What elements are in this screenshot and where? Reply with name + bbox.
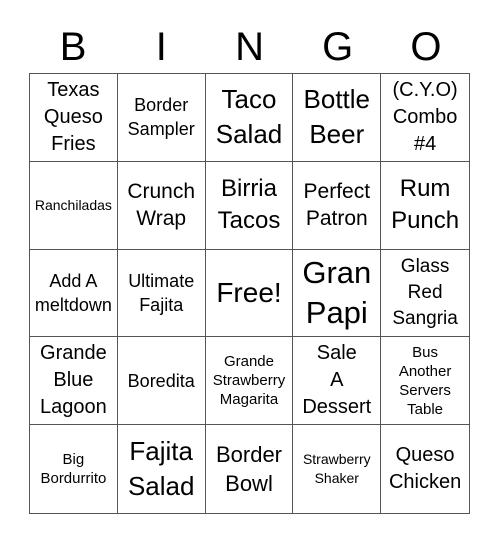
bingo-header: B I N G O	[29, 22, 470, 72]
bingo-cell[interactable]: Border Sampler	[117, 74, 206, 162]
bingo-cell[interactable]: Bottle Beer	[293, 74, 382, 162]
bingo-cell[interactable]: Rum Punch	[381, 162, 469, 250]
bingo-cell-free[interactable]: Free!	[205, 249, 294, 338]
bingo-grid: Texas Queso Fries Border Sampler Taco Sala…	[29, 73, 470, 514]
bingo-cell[interactable]: Taco Salad	[205, 74, 294, 162]
bingo-cell[interactable]: Ranchiladas	[30, 161, 118, 250]
bingo-cell-label: Ultimate Fajita	[128, 270, 195, 315]
bingo-cell[interactable]: Perfect Patron	[293, 161, 382, 250]
header-letter-g: G	[322, 25, 354, 69]
bingo-cell[interactable]: Add A meltdown	[30, 249, 118, 338]
bingo-cell[interactable]: Ultimate Fajita	[117, 249, 206, 338]
bingo-cell[interactable]: Gran Papi	[293, 249, 382, 338]
bingo-cell-label: Crunch Wrap	[127, 180, 196, 231]
bingo-cell[interactable]: Texas Queso Fries	[30, 74, 118, 162]
bingo-cell-label: (C.Y.O) Combo #4	[392, 78, 458, 155]
bingo-cell[interactable]: Grande Strawberry Magarita	[205, 337, 294, 426]
bingo-cell-label: Gran Papi	[302, 254, 372, 330]
bingo-cell-label: Grande Blue Lagoon	[40, 342, 107, 419]
bingo-cell-label: Free!	[216, 277, 282, 309]
bingo-cell-label: Glass Red Sangria	[392, 255, 458, 329]
bingo-cell-label: Bus Another Servers Table	[398, 343, 452, 418]
header-letter-i: I	[155, 25, 167, 69]
bingo-cell-label: Birria Tacos	[217, 175, 281, 235]
bingo-cell[interactable]: Boredita	[117, 337, 206, 426]
bingo-cell-label: Border Sampler	[127, 95, 195, 140]
bingo-cell[interactable]: Border Bowl	[206, 425, 294, 513]
bingo-cell-label: Bottle Beer	[303, 84, 371, 150]
bingo-cell[interactable]: Birria Tacos	[205, 161, 294, 250]
header-letter-n: N	[235, 25, 264, 69]
bingo-cell-label: Boredita	[127, 370, 195, 391]
bingo-cell-label: Perfect Patron	[303, 180, 371, 231]
header-letter-b: B	[59, 25, 87, 69]
bingo-cell-label: Grande Strawberry Magarita	[212, 353, 286, 409]
bingo-cell[interactable]: Strawberry Shaker	[293, 425, 382, 513]
bingo-cell-label: Ranchiladas	[34, 196, 112, 213]
bingo-cell[interactable]: Fajita Salad	[118, 425, 206, 513]
bingo-cell[interactable]: Crunch Wrap	[117, 161, 206, 250]
bingo-cell[interactable]: (C.Y.O) Combo #4	[381, 74, 469, 162]
bingo-cell-label: Rum Punch	[391, 175, 460, 235]
bingo-cell-label: Sale A Dessert	[302, 342, 372, 419]
bingo-cell[interactable]: Glass Red Sangria	[381, 250, 469, 338]
header-letter-o: O	[410, 25, 442, 69]
bingo-cell-label: Add A meltdown	[34, 270, 112, 315]
bingo-cell-label: Texas Queso Fries	[43, 78, 103, 155]
bingo-cell-label: Taco Salad	[215, 84, 283, 150]
bingo-cell-label: Strawberry Shaker	[302, 451, 371, 487]
bingo-cell[interactable]: Bus Another Servers Table	[381, 337, 469, 426]
bingo-cell[interactable]: Big Bordurrito	[30, 425, 118, 513]
bingo-cell-label: Queso Chicken	[388, 444, 462, 494]
bingo-cell-label: Big Bordurrito	[40, 451, 107, 488]
bingo-cell-label: Fajita Salad	[127, 436, 195, 502]
bingo-cell[interactable]: Grande Blue Lagoon	[30, 337, 118, 426]
bingo-cell[interactable]: Sale A Dessert	[293, 337, 382, 426]
bingo-cell-label: Border Bowl	[215, 442, 283, 497]
bingo-cell[interactable]: Queso Chicken	[381, 425, 469, 513]
